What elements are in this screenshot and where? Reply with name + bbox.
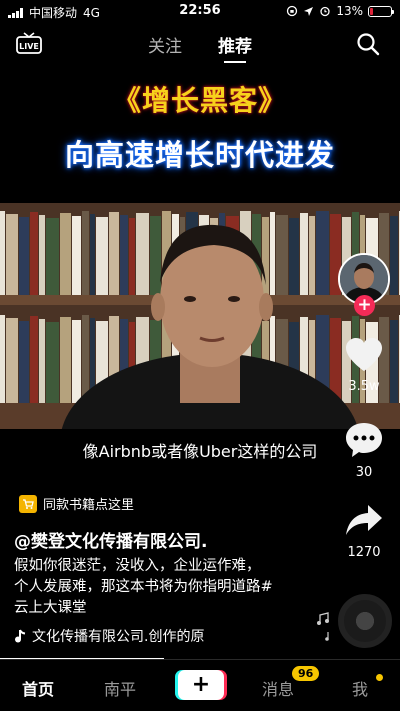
tab-following[interactable]: 关注 bbox=[148, 32, 182, 63]
share-button[interactable]: 1270 bbox=[336, 503, 392, 560]
music-notes-icon bbox=[317, 612, 329, 641]
description-line: 假如你很迷茫，没收入，企业运作难， bbox=[14, 558, 261, 574]
video-banner-subtitle: 向高速增长时代进发 bbox=[64, 138, 335, 172]
nav-city[interactable]: 南平 bbox=[104, 676, 136, 700]
me-notification-dot bbox=[376, 674, 383, 681]
progress-line bbox=[0, 658, 164, 659]
author-avatar-wrap[interactable]: + bbox=[338, 253, 390, 316]
video-frame-image bbox=[0, 203, 400, 429]
comment-icon bbox=[346, 423, 382, 457]
comment-count: 30 bbox=[355, 465, 373, 480]
alarm-icon bbox=[320, 6, 330, 17]
like-button[interactable]: 3.5w bbox=[336, 337, 392, 394]
video-banner-title: 《增长黑客》 bbox=[112, 84, 287, 117]
plus-icon: + bbox=[191, 672, 211, 697]
tab-recommended[interactable]: 推荐 bbox=[218, 32, 252, 63]
video-description: 假如你很迷茫，没收入，企业运作难， 个人发展难，那这本书将为你指明道路# 云上大… bbox=[14, 556, 314, 619]
battery-icon bbox=[368, 5, 394, 17]
like-count: 3.5w bbox=[348, 379, 380, 394]
battery-percent: 13% bbox=[336, 4, 363, 18]
description-hashtag[interactable]: 云上大课堂 bbox=[14, 598, 314, 619]
heart-icon bbox=[346, 338, 382, 371]
rotation-lock-icon bbox=[287, 5, 298, 17]
search-icon[interactable] bbox=[356, 32, 380, 56]
share-count: 1270 bbox=[347, 545, 381, 560]
video-player[interactable] bbox=[0, 203, 400, 429]
description-line: 个人发展难，那这本书将为你指明道路# bbox=[14, 579, 273, 595]
music-disc[interactable] bbox=[338, 594, 392, 648]
cart-icon bbox=[19, 494, 37, 513]
book-link[interactable]: 同款书籍点这里 bbox=[16, 491, 141, 516]
bottom-nav: 首页 南平 + 消息 96 我 bbox=[0, 658, 400, 711]
feed-tabs: 关注 推荐 bbox=[0, 32, 400, 63]
status-bar: 中国移动 4G 22:56 13% bbox=[0, 0, 400, 22]
music-track[interactable]: 文化传播有限公司.创作的原 bbox=[14, 626, 234, 646]
book-link-label: 同款书籍点这里 bbox=[43, 498, 135, 513]
music-title: 文化传播有限公司.创作的原 bbox=[32, 629, 205, 645]
comment-button[interactable]: 30 bbox=[336, 421, 392, 480]
status-right: 13% bbox=[286, 4, 394, 18]
nav-messages[interactable]: 消息 bbox=[262, 676, 294, 700]
top-nav: LIVE 关注 推荐 bbox=[0, 22, 400, 66]
share-icon bbox=[346, 505, 382, 535]
music-note-icon bbox=[15, 629, 26, 643]
nav-me[interactable]: 我 bbox=[352, 676, 368, 700]
follow-button[interactable]: + bbox=[354, 295, 375, 316]
nav-home[interactable]: 首页 bbox=[22, 676, 54, 700]
author-name[interactable]: @樊登文化传播有限公司. bbox=[14, 527, 207, 552]
create-button[interactable]: + bbox=[178, 670, 224, 700]
location-icon bbox=[304, 6, 314, 16]
messages-badge: 96 bbox=[292, 666, 320, 681]
